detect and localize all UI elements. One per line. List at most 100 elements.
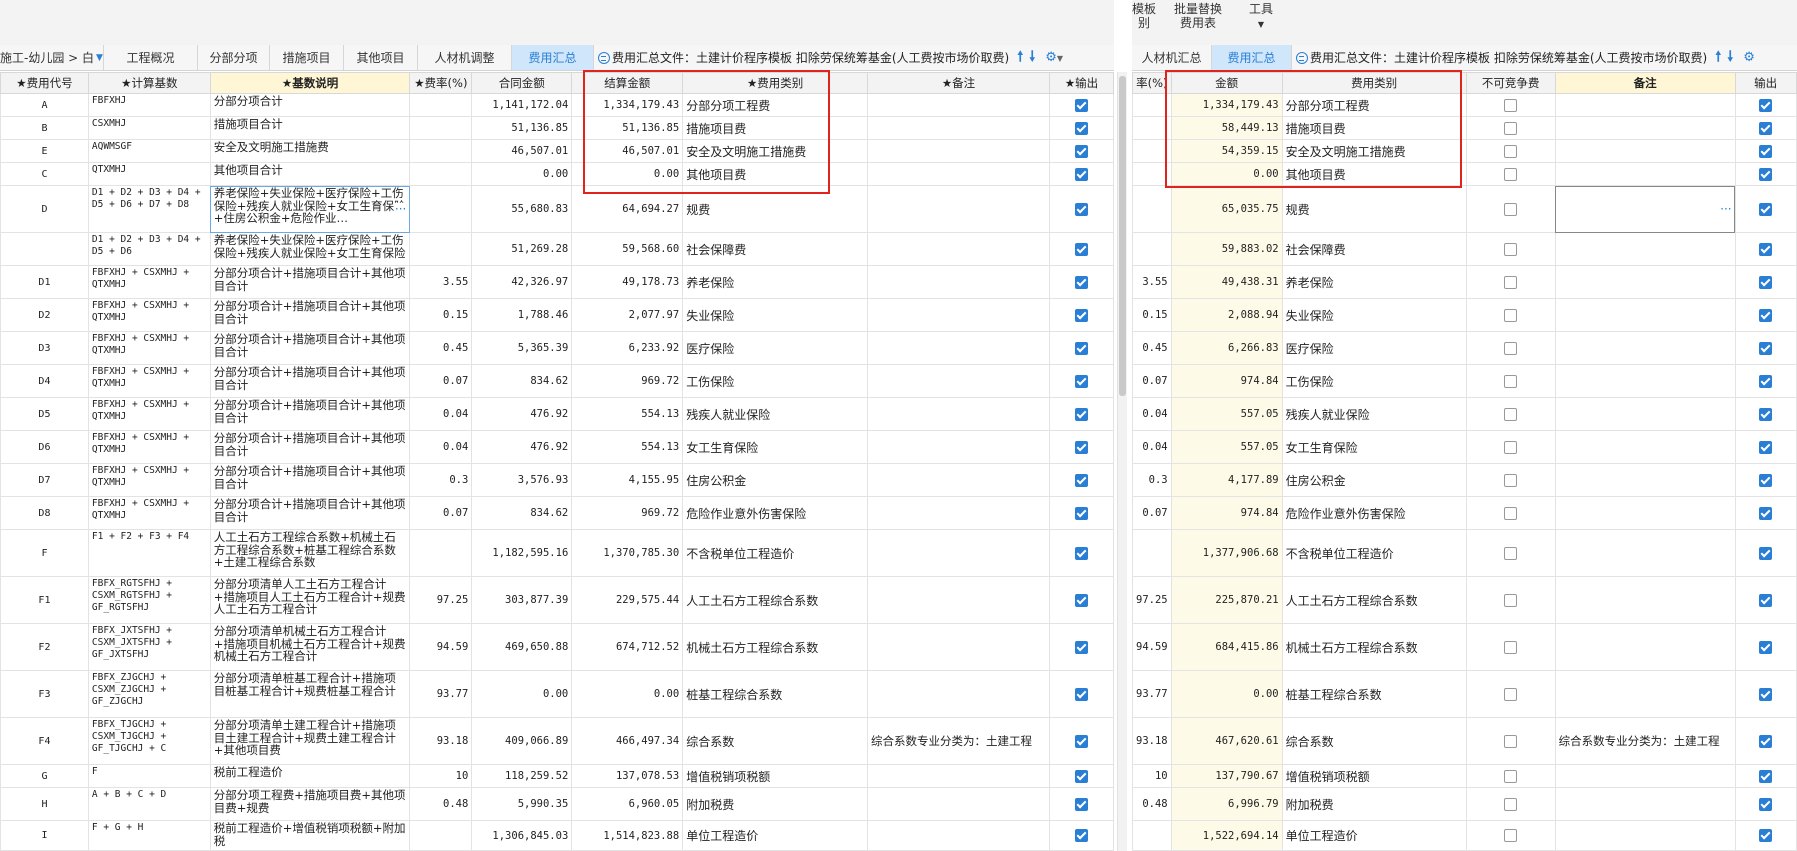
output-cell[interactable] [1049, 576, 1114, 624]
non-competitive-checkbox[interactable] [1504, 308, 1518, 322]
output-cell[interactable] [1049, 717, 1114, 765]
non-competitive-checkbox[interactable] [1504, 769, 1518, 783]
rate-cell[interactable] [1132, 116, 1172, 140]
fee-category-cell[interactable]: 女工生育保险 [682, 430, 869, 464]
tab-sub-items[interactable]: 分部分项 [198, 45, 270, 70]
remark-cell[interactable] [867, 430, 1050, 464]
fee-category-cell[interactable]: 工伤保险 [682, 364, 869, 398]
rate-cell[interactable] [1132, 529, 1172, 577]
rate-cell[interactable] [1132, 162, 1172, 186]
fee-code-cell[interactable]: F [0, 529, 89, 577]
base-desc-cell[interactable]: 分部分项工程费+措施项目费+其他项目费+规费 [209, 787, 411, 821]
rate-cell[interactable]: 0.3 [409, 463, 473, 497]
col-fee-code[interactable]: ★费用代号 [0, 72, 89, 94]
col-rate[interactable]: 率(%) [1132, 72, 1172, 94]
rate-cell[interactable]: 0.07 [1132, 496, 1172, 530]
output-checkbox[interactable] [1759, 242, 1773, 256]
settings-icon[interactable]: ⚙ [1743, 50, 1755, 65]
tab-fee-summary[interactable]: 费用汇总 [512, 45, 594, 70]
move-up-icon[interactable]: 🠕 [1715, 46, 1721, 70]
chevron-down-icon[interactable]: ▼ [96, 53, 103, 63]
remark-cell[interactable]: 综合系数专业分类为：土建工程 [867, 717, 1050, 765]
calc-base-cell[interactable]: FBFXHJ + CSXMHJ + QTXMHJ [87, 298, 211, 332]
col-calc-base[interactable]: ★计算基数 [87, 72, 211, 94]
ellipsis-button[interactable]: ··· [1720, 202, 1732, 216]
non-competitive-cell[interactable] [1465, 764, 1556, 788]
output-cell[interactable] [1049, 397, 1114, 431]
col-base-desc[interactable]: ★基数说明 [209, 72, 411, 94]
output-checkbox[interactable] [1759, 687, 1773, 701]
rate-cell[interactable] [409, 529, 473, 577]
output-checkbox[interactable] [1075, 769, 1088, 783]
non-competitive-cell[interactable] [1465, 298, 1556, 332]
remark-cell[interactable] [1554, 764, 1736, 788]
remark-cell[interactable] [867, 764, 1050, 788]
fee-category-cell[interactable]: 桩基工程综合系数 [682, 670, 869, 718]
base-desc-cell[interactable]: 人工土石方工程综合系数+机械土石方工程综合系数+桩基工程综合系数+土建工程综合系… [209, 529, 411, 577]
output-cell[interactable] [1049, 93, 1114, 117]
output-cell[interactable] [1734, 576, 1797, 624]
non-competitive-checkbox[interactable] [1504, 546, 1518, 560]
fee-category-cell[interactable]: 失业保险 [1281, 298, 1467, 332]
fee-category-cell[interactable]: 残疾人就业保险 [682, 397, 869, 431]
rate-cell[interactable]: 0.45 [409, 331, 473, 365]
move-up-icon[interactable]: 🠕 [1017, 46, 1023, 70]
scrollbar-thumb[interactable] [1119, 76, 1126, 396]
fee-category-cell[interactable]: 住房公积金 [682, 463, 869, 497]
output-checkbox[interactable] [1759, 769, 1773, 783]
base-desc-cell[interactable]: 分部分项合计 [209, 93, 411, 117]
output-checkbox[interactable] [1075, 144, 1088, 158]
non-competitive-cell[interactable] [1465, 331, 1556, 365]
move-down-icon[interactable]: 🠗 [1727, 46, 1733, 70]
non-competitive-cell[interactable] [1465, 623, 1556, 671]
output-cell[interactable] [1734, 787, 1797, 821]
non-competitive-cell[interactable] [1465, 496, 1556, 530]
non-competitive-checkbox[interactable] [1504, 167, 1518, 181]
fee-code-cell[interactable] [0, 232, 89, 266]
tools-menu[interactable]: 工具 ▼ [1249, 2, 1273, 32]
calc-base-cell[interactable]: FBFX_TJGCHJ + CSXM_TJGCHJ + GF_TJGCHJ + … [87, 717, 211, 765]
output-cell[interactable] [1049, 623, 1114, 671]
calc-base-cell[interactable]: FBFXHJ + CSXMHJ + QTXMHJ [87, 463, 211, 497]
remark-cell[interactable] [867, 670, 1050, 718]
fee-category-cell[interactable]: 养老保险 [1281, 265, 1467, 299]
output-cell[interactable] [1734, 529, 1797, 577]
output-cell[interactable] [1049, 232, 1114, 266]
output-checkbox[interactable] [1759, 98, 1773, 112]
non-competitive-checkbox[interactable] [1504, 407, 1518, 421]
output-cell[interactable] [1734, 717, 1797, 765]
remark-cell[interactable] [867, 529, 1050, 577]
calc-base-cell[interactable]: FBFXHJ + CSXMHJ + QTXMHJ [87, 430, 211, 464]
remark-cell[interactable] [1554, 232, 1736, 266]
rate-cell[interactable]: 0.3 [1132, 463, 1172, 497]
rate-cell[interactable] [1132, 185, 1172, 233]
output-checkbox[interactable] [1075, 829, 1088, 843]
rate-cell[interactable] [409, 116, 473, 140]
output-checkbox[interactable] [1759, 473, 1773, 487]
non-competitive-checkbox[interactable] [1504, 797, 1518, 811]
output-checkbox[interactable] [1075, 473, 1088, 487]
settings-icon[interactable]: ⚙▼ [1045, 50, 1063, 65]
remark-cell[interactable] [867, 576, 1050, 624]
output-cell[interactable] [1049, 820, 1114, 851]
base-desc-cell[interactable]: 分部分项合计+措施项目合计+其他项目合计 [209, 298, 411, 332]
fee-code-cell[interactable]: F3 [0, 670, 89, 718]
rate-cell[interactable]: 10 [409, 764, 473, 788]
remark-cell[interactable] [867, 93, 1050, 117]
output-checkbox[interactable] [1075, 202, 1088, 216]
base-desc-cell[interactable]: 其他项目合计 [209, 162, 411, 186]
output-cell[interactable] [1734, 397, 1797, 431]
rate-cell[interactable]: 0.48 [1132, 787, 1172, 821]
output-checkbox[interactable] [1075, 121, 1088, 135]
calc-base-cell[interactable]: FBFX_RGTSFHJ + CSXM_RGTSFHJ + GF_RGTSFHJ [87, 576, 211, 624]
output-checkbox[interactable] [1075, 407, 1088, 421]
output-cell[interactable] [1734, 93, 1797, 117]
base-desc-cell[interactable]: 分部分项清单土建工程合计+措施项目土建工程合计+规费土建工程合计+其他项目费 [209, 717, 411, 765]
remark-cell[interactable] [1554, 670, 1736, 718]
output-checkbox[interactable] [1075, 440, 1088, 454]
fee-category-cell[interactable]: 增值税销项税额 [1281, 764, 1467, 788]
fee-category-cell[interactable]: 工伤保险 [1281, 364, 1467, 398]
output-cell[interactable] [1049, 185, 1114, 233]
rate-cell[interactable] [1132, 139, 1172, 163]
rate-cell[interactable] [409, 232, 473, 266]
